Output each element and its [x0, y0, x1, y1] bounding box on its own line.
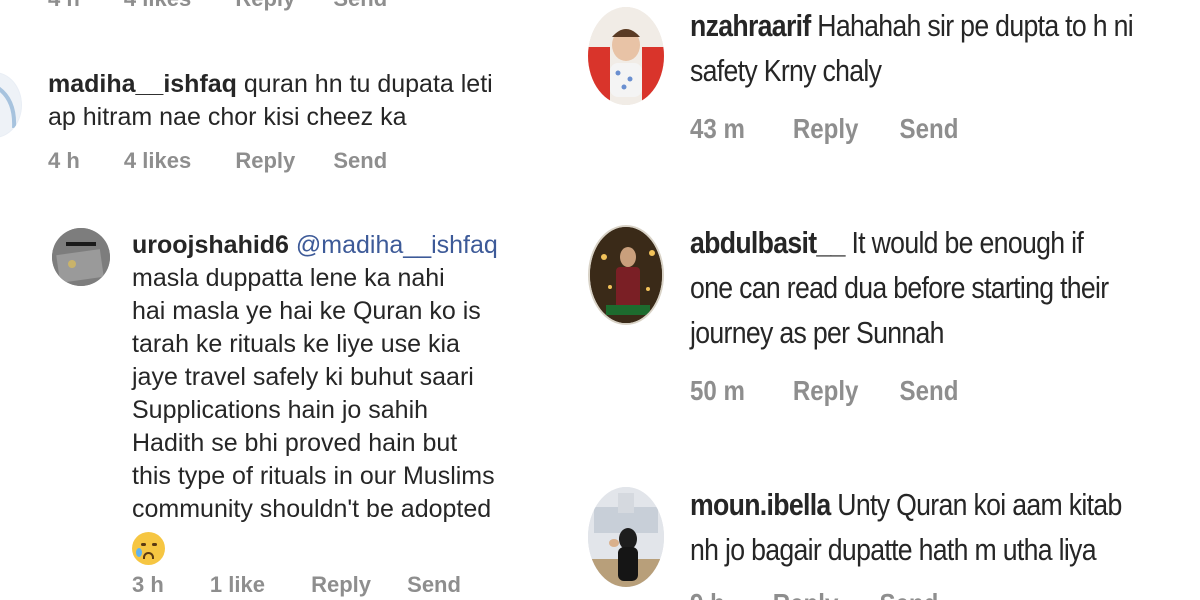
likes-count[interactable]: 4 likes: [124, 0, 191, 12]
comment-body-line: community shouldn't be adopted: [132, 495, 492, 523]
send-button[interactable]: Send: [900, 375, 959, 407]
avatar[interactable]: [52, 228, 110, 286]
avatar[interactable]: [588, 487, 664, 587]
comment-text: madiha__ishfaq quran hn tu dupata leti a…: [48, 68, 568, 134]
comment-nzahraarif: nzahraarif Hahahah sir pe dupta to h ni …: [690, 3, 1200, 93]
comment-username[interactable]: abdulbasit__: [690, 225, 845, 260]
send-button[interactable]: Send: [900, 113, 959, 145]
comment-body-line: It would be enough if: [851, 225, 1084, 260]
comment-body-line: masla duppatta lene ka nahi: [132, 264, 445, 292]
reply-button[interactable]: Reply: [235, 0, 295, 12]
send-button[interactable]: Send: [333, 0, 387, 12]
mention-link[interactable]: @madiha__ishfaq: [296, 231, 498, 259]
comment-meta: 9 h Reply Send: [690, 588, 938, 600]
comment-body-line: one can read dua before starting their: [690, 270, 1109, 305]
comment-body-line: safety Krny chaly: [690, 53, 882, 88]
avatar[interactable]: [588, 7, 664, 105]
comment-urooj: uroojshahid6 @madiha__ishfaq masla duppa…: [132, 229, 572, 574]
comment-username[interactable]: nzahraarif: [690, 8, 811, 43]
comment-body-line: jaye travel safely ki buhut saari: [132, 363, 474, 391]
comment-madiha: madiha__ishfaq quran hn tu dupata leti a…: [48, 68, 568, 134]
comment-text: nzahraarif Hahahah sir pe dupta to h ni …: [690, 3, 1200, 93]
comment-meta-partial: 4 h 4 likes Reply Send: [48, 0, 387, 12]
comment-body-line: journey as per Sunnah: [690, 315, 945, 350]
comment-username[interactable]: uroojshahid6: [132, 231, 289, 259]
comment-body-line: Hahahah sir pe dupta to h ni: [817, 8, 1133, 43]
reply-button[interactable]: Reply: [793, 113, 859, 145]
comment-body-line: ap hitram nae chor kisi cheez ka: [48, 103, 407, 131]
reply-button[interactable]: Reply: [311, 572, 371, 598]
comment-body-line: Unty Quran koi aam kitab: [837, 487, 1122, 522]
avatar-image: [588, 487, 664, 587]
comment-body-line: nh jo bagair dupatte hath m utha liya: [690, 532, 1097, 567]
comment-text: moun.ibella Unty Quran koi aam kitab nh …: [690, 482, 1200, 572]
comment-body-line: hai masla ye hai ke Quran ko is: [132, 297, 481, 325]
comment-meta: 3 h 1 like Reply Send: [132, 572, 461, 598]
timestamp: 43 m: [690, 113, 745, 144]
send-button[interactable]: Send: [407, 572, 461, 598]
timestamp: 50 m: [690, 375, 745, 406]
comments-panel-right: nzahraarif Hahahah sir pe dupta to h ni …: [575, 0, 1200, 600]
comment-meta: 4 h 4 likes Reply Send: [48, 148, 387, 174]
comment-body-line: Supplications hain jo sahih: [132, 396, 429, 424]
comment-body-line: quran hn tu dupata leti: [243, 70, 493, 98]
avatar[interactable]: [0, 72, 22, 138]
timestamp: 9 h: [690, 588, 725, 600]
timestamp: 4 h: [48, 148, 80, 173]
comment-body-line: this type of rituals in our Muslims: [132, 462, 495, 490]
send-button[interactable]: Send: [333, 148, 387, 174]
comment-username[interactable]: moun.ibella: [690, 487, 831, 522]
comment-body-line: Hadith se bhi proved hain but: [132, 429, 458, 457]
comment-meta: 50 m Reply Send: [690, 375, 958, 407]
avatar-image: [590, 227, 662, 323]
comment-username[interactable]: madiha__ishfaq: [48, 70, 237, 98]
comments-panel-left: 4 h 4 likes Reply Send madiha__ishfaq qu…: [0, 0, 575, 600]
comment-abdulbasit: abdulbasit__ It would be enough if one c…: [690, 220, 1200, 355]
reply-button[interactable]: Reply: [773, 588, 839, 600]
comment-meta: 43 m Reply Send: [690, 113, 958, 145]
comment-text: uroojshahid6 @madiha__ishfaq masla duppa…: [132, 229, 572, 574]
timestamp: 4 h: [48, 0, 80, 12]
likes-count[interactable]: 4 likes: [124, 148, 191, 174]
likes-count[interactable]: 1 like: [210, 572, 265, 598]
comment-text: abdulbasit__ It would be enough if one c…: [690, 220, 1200, 355]
timestamp: 3 h: [132, 572, 164, 597]
crying-face-emoji: [132, 532, 165, 565]
comment-mounibella: moun.ibella Unty Quran koi aam kitab nh …: [690, 482, 1200, 572]
avatar-image: [0, 73, 21, 137]
reply-button[interactable]: Reply: [235, 148, 295, 174]
send-button[interactable]: Send: [879, 588, 938, 600]
avatar-image: [52, 228, 110, 286]
comment-body-line: tarah ke rituals ke liye use kia: [132, 330, 460, 358]
avatar-image: [588, 7, 664, 105]
avatar[interactable]: [588, 225, 664, 325]
reply-button[interactable]: Reply: [793, 375, 859, 407]
